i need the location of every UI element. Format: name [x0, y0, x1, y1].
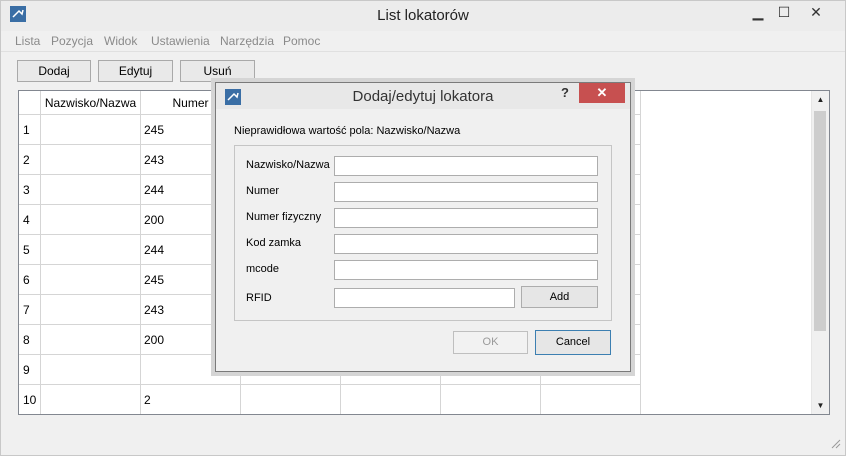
- cell-name[interactable]: [41, 205, 141, 235]
- cell-name[interactable]: [41, 355, 141, 385]
- row-header[interactable]: 8: [19, 325, 41, 355]
- window-title: List lokatorów: [377, 7, 469, 24]
- row-header[interactable]: 2: [19, 145, 41, 175]
- label-lock-code: Kod zamka: [246, 237, 302, 249]
- label-physical-number: Numer fizyczny: [246, 211, 322, 223]
- number-field[interactable]: [334, 182, 598, 202]
- cancel-button[interactable]: Cancel: [535, 330, 611, 355]
- menu-narzedzia[interactable]: Narzędzia: [220, 34, 274, 48]
- edit-tenant-dialog: Dodaj/edytuj lokatora ? ✕ Nieprawidłowa …: [215, 82, 631, 372]
- physical-number-field[interactable]: [334, 208, 598, 228]
- row-header[interactable]: 3: [19, 175, 41, 205]
- menu-lista[interactable]: Lista: [15, 34, 40, 48]
- validation-error-message: Nieprawidłowa wartość pola: Nazwisko/Naz…: [234, 125, 461, 137]
- cell-name[interactable]: [41, 235, 141, 265]
- scroll-up-icon[interactable]: ▲: [812, 91, 829, 108]
- menu-pozycja[interactable]: Pozycja: [51, 34, 93, 48]
- menu-pomoc[interactable]: Pomoc: [283, 34, 320, 48]
- cell-name[interactable]: [41, 295, 141, 325]
- title-bar[interactable]: List lokatorów ▁ ☐ ✕: [1, 1, 845, 31]
- row-header[interactable]: 1: [19, 115, 41, 145]
- row-header[interactable]: 6: [19, 265, 41, 295]
- cell-number[interactable]: 2: [141, 385, 241, 414]
- row-header[interactable]: 10: [19, 385, 41, 414]
- ok-button[interactable]: OK: [453, 331, 528, 354]
- menu-ustawienia[interactable]: Ustawienia: [151, 34, 210, 48]
- row-header[interactable]: 4: [19, 205, 41, 235]
- column-header-name[interactable]: Nazwisko/Nazwa: [41, 91, 141, 115]
- label-rfid: RFID: [246, 292, 272, 304]
- scroll-down-icon[interactable]: ▼: [812, 397, 829, 414]
- lock-code-field[interactable]: [334, 234, 598, 254]
- scrollbar-thumb[interactable]: [814, 111, 826, 331]
- table-cell[interactable]: [241, 385, 341, 414]
- cell-name[interactable]: [41, 325, 141, 355]
- cell-name[interactable]: [41, 175, 141, 205]
- cell-name[interactable]: [41, 265, 141, 295]
- label-name: Nazwisko/Nazwa: [246, 159, 330, 171]
- rfid-add-button[interactable]: Add: [521, 286, 598, 308]
- name-field[interactable]: [334, 156, 598, 176]
- row-header[interactable]: 5: [19, 235, 41, 265]
- table-cell[interactable]: [441, 385, 541, 414]
- edit-button[interactable]: Edytuj: [98, 60, 173, 82]
- menu-widok[interactable]: Widok: [104, 34, 137, 48]
- cell-name[interactable]: [41, 115, 141, 145]
- vertical-scrollbar[interactable]: ▲ ▼: [811, 91, 829, 414]
- maximize-button[interactable]: ☐: [770, 1, 798, 23]
- dialog-title-bar[interactable]: Dodaj/edytuj lokatora ? ✕: [216, 83, 630, 109]
- table-cell[interactable]: [341, 385, 441, 414]
- add-button[interactable]: Dodaj: [17, 60, 91, 82]
- label-number: Numer: [246, 185, 280, 197]
- help-icon[interactable]: ?: [561, 85, 569, 100]
- row-header[interactable]: 7: [19, 295, 41, 325]
- table-cell[interactable]: [541, 385, 641, 414]
- delete-button[interactable]: Usuń: [180, 60, 255, 82]
- rfid-field[interactable]: [334, 288, 515, 308]
- cell-name[interactable]: [41, 385, 141, 414]
- cell-name[interactable]: [41, 145, 141, 175]
- close-button[interactable]: ✕: [802, 1, 830, 23]
- resize-grip-icon[interactable]: [829, 437, 841, 449]
- menu-bar: Lista Pozycja Widok Ustawienia Narzędzia…: [1, 31, 845, 52]
- dialog-close-button[interactable]: ✕: [579, 83, 625, 103]
- row-header[interactable]: 9: [19, 355, 41, 385]
- mcode-field[interactable]: [334, 260, 598, 280]
- minimize-button[interactable]: ▁: [744, 1, 772, 23]
- corner-header: [19, 91, 41, 115]
- label-mcode: mcode: [246, 263, 280, 275]
